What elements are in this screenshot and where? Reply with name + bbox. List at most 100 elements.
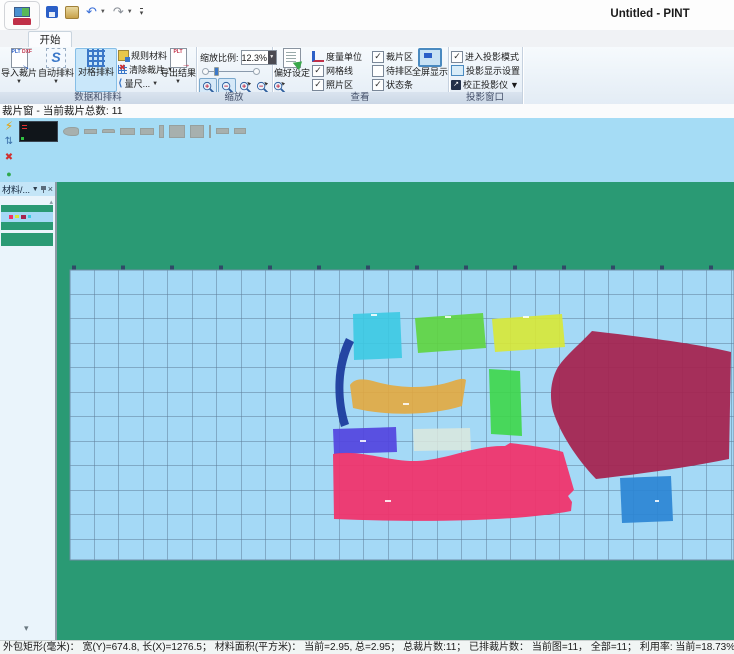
main-area: 材料/... ▼ × ▴ ▾ (0, 182, 734, 640)
auto-nest-button[interactable]: S 自动排料 ▼ (38, 48, 74, 85)
panel-dropdown-icon[interactable]: ▼ (32, 186, 39, 193)
group-label-projection: 投影窗口 (448, 92, 522, 104)
import-pieces-icon: PLT DXF → (11, 48, 28, 68)
panel-close-icon[interactable]: × (48, 184, 53, 194)
tab-start[interactable]: 开始 (28, 31, 72, 48)
piece-thumbnail[interactable] (159, 125, 164, 138)
selected-piece-thumbnail[interactable] (19, 121, 58, 142)
import-pieces-label: 导入裁片 (1, 68, 37, 79)
customize-toolbar-icon[interactable]: ▾ (140, 8, 144, 17)
export-result-icon: PLT → (170, 48, 187, 68)
piece-thumbnail[interactable] (102, 129, 115, 133)
preferences-icon (283, 48, 301, 68)
projection-display-settings-icon (451, 65, 464, 76)
piece-blue-square[interactable] (620, 476, 673, 523)
sort-pieces-icon[interactable]: ⇅ (5, 136, 13, 148)
panel-pin-icon[interactable] (41, 186, 46, 193)
projection-display-settings-button[interactable]: 投影显示设置 (451, 64, 520, 77)
piece-green-rect[interactable] (415, 313, 486, 353)
measure-dropdown-icon[interactable]: ▼ (152, 81, 158, 87)
photo-area-checkbox-row[interactable]: ✓ 照片区 (312, 78, 362, 91)
unit-icon (312, 51, 324, 62)
status-bar-checkbox-row[interactable]: ✓ 状态条 (372, 78, 413, 91)
ribbon-tab-row: 开始 (0, 30, 734, 47)
zoom-slider[interactable] (202, 67, 260, 77)
piece-thumbnail[interactable] (209, 125, 211, 138)
flash-nest-icon[interactable]: ⚡ (5, 120, 13, 132)
piece-cyan-rect[interactable] (353, 312, 402, 360)
piece-green-vertical-rect[interactable] (489, 369, 522, 436)
piece-yellow-rect[interactable] (492, 314, 565, 352)
piece-thumbnail[interactable] (140, 128, 154, 135)
material-panel-title: 材料/... (2, 183, 30, 196)
grid-nest-button[interactable]: 对格排料 (75, 48, 117, 92)
import-dropdown-icon[interactable]: ▼ (16, 79, 22, 85)
panel-scroll-down-icon[interactable]: ▾ (24, 623, 29, 634)
piece-area-checkbox[interactable]: ✓ (372, 51, 384, 63)
group-label-data-nesting: 数据和排料 (0, 92, 196, 104)
piece-thumbnail[interactable] (84, 129, 97, 134)
preferences-button[interactable]: 偏好设定 (274, 48, 310, 79)
grid-lines-checkbox-row[interactable]: ✓ 网格线 (312, 64, 362, 77)
piece-maroon-pant[interactable] (551, 331, 731, 479)
pieces-window-title: 裁片窗 - 当前裁片总数: 11 (0, 104, 734, 118)
rule-material-icon (118, 50, 129, 61)
zoom-slider-thumb[interactable] (214, 67, 219, 76)
grid-nest-icon (87, 49, 105, 67)
export-result-label: 导出结果 (160, 68, 196, 79)
pending-area-checkbox-row[interactable]: 待排区 (372, 64, 413, 77)
save-icon[interactable] (46, 6, 58, 18)
status-bar: 外包矩形(毫米)： 宽(Y)=674.8, 长(X)=1276.5； 材料面积(… (0, 640, 734, 654)
pick-piece-icon[interactable]: ● (6, 168, 11, 180)
enter-projection-checkbox-row[interactable]: ✓ 进入投影模式 (451, 50, 520, 63)
clear-pieces-icon (118, 65, 127, 74)
material-panel-header: 材料/... ▼ × (0, 182, 55, 196)
redo-dropdown-icon[interactable]: ▼ (127, 9, 133, 15)
material-item-2[interactable] (1, 233, 53, 246)
group-label-zoom: 缩放 (196, 92, 272, 104)
full-screen-icon (418, 48, 442, 67)
zoom-ratio-value: 12.3% (242, 53, 269, 63)
pieces-toolbar: ⚡ ⇅ ✖ ● (0, 120, 18, 180)
grid-nest-label: 对格排料 (78, 67, 114, 78)
auto-nest-dropdown-icon[interactable]: ▼ (53, 79, 59, 85)
group-label-view: 查看 (272, 92, 448, 104)
measure-icon: ⟨ (118, 78, 123, 89)
piece-thumbnail[interactable] (63, 127, 79, 136)
export-result-button[interactable]: PLT → 导出结果 ▼ (160, 48, 196, 85)
pending-area-checkbox[interactable] (372, 65, 384, 77)
nesting-canvas[interactable] (55, 182, 734, 640)
calibrate-dropdown-icon[interactable]: ▼ (510, 80, 519, 90)
undo-dropdown-icon[interactable]: ▼ (100, 9, 106, 15)
delete-piece-icon[interactable]: ✖ (5, 152, 13, 164)
group-view: 偏好设定 度量单位 ✓ 网格线 ✓ 照片区 ✓ 裁片区 (272, 47, 449, 104)
full-screen-button[interactable]: 全屏显示 (413, 48, 447, 78)
app-menu-button[interactable] (4, 1, 40, 30)
export-dropdown-icon[interactable]: ▼ (175, 79, 181, 85)
piece-area-checkbox-row[interactable]: ✓ 裁片区 (372, 50, 413, 63)
zoom-ratio-label: 缩放比例: (200, 51, 239, 64)
unit-button[interactable]: 度量单位 (312, 50, 362, 63)
piece-thumbnail[interactable] (169, 125, 185, 138)
grid-lines-checkbox[interactable]: ✓ (312, 65, 324, 77)
piece-thumbnail[interactable] (120, 128, 135, 135)
material-item-preview[interactable] (1, 205, 53, 230)
piece-thumbnail[interactable] (216, 128, 229, 134)
piece-white-rect[interactable] (413, 428, 471, 451)
calibrate-projector-icon: ↗ (451, 80, 461, 90)
undo-icon[interactable]: ↶ (86, 6, 97, 18)
calibrate-projector-button[interactable]: ↗ 校正投影仪 ▼ (451, 78, 520, 91)
status-bar-checkbox[interactable]: ✓ (372, 79, 384, 91)
template-icon[interactable] (65, 6, 79, 19)
redo-icon[interactable]: ↷ (113, 6, 124, 18)
application-window: ↶▼ ↷▼ ▾ Untitled - PINT 开始 PLT DXF → 导入裁… (0, 0, 734, 654)
import-pieces-button[interactable]: PLT DXF → 导入裁片 ▼ (1, 48, 37, 85)
piece-thumbnail[interactable] (190, 125, 204, 138)
piece-thumbnail[interactable] (234, 128, 246, 134)
photo-area-checkbox[interactable]: ✓ (312, 79, 324, 91)
export-arrow-icon: → (182, 61, 191, 67)
enter-projection-checkbox[interactable]: ✓ (451, 51, 463, 63)
view-checkbox-column-1: 度量单位 ✓ 网格线 ✓ 照片区 (312, 50, 362, 91)
piece-thumbnails (19, 121, 246, 141)
pieces-window-strip: ⚡ ⇅ ✖ ● (0, 118, 734, 182)
